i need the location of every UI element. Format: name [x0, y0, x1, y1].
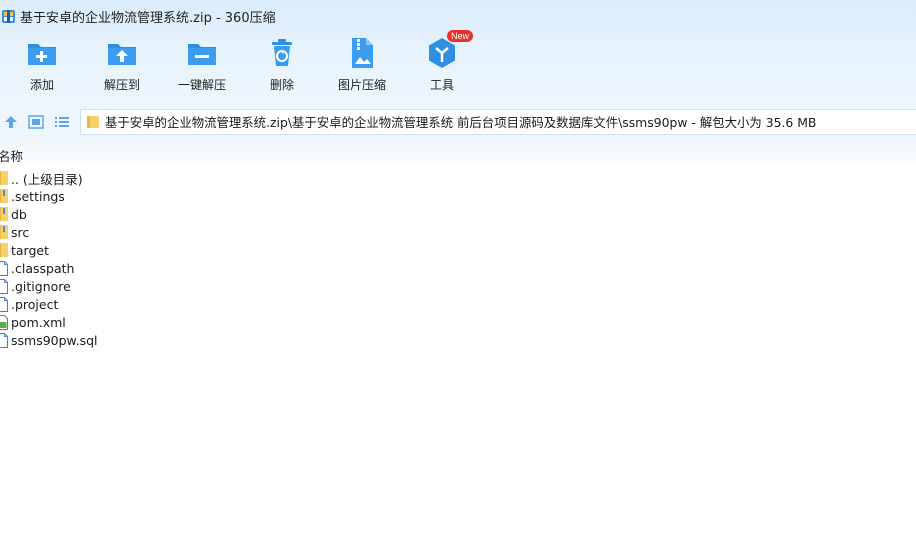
- list-item[interactable]: ssms90pw.sql: [0, 331, 916, 349]
- xml-file-icon: [0, 315, 8, 330]
- folder-icon: [0, 171, 8, 185]
- tools-button[interactable]: New 工具: [402, 30, 482, 98]
- address-row: 基于安卓的企业物流管理系统.zip\基于安卓的企业物流管理系统 前后台项目源码及…: [0, 106, 916, 138]
- extract-to-button[interactable]: 解压到: [82, 36, 162, 98]
- extract-to-label: 解压到: [103, 78, 140, 92]
- image-compress-label: 图片压缩: [337, 78, 386, 92]
- list-item[interactable]: .gitignore: [0, 277, 916, 295]
- image-compress-icon: [352, 38, 373, 68]
- file-icon: [0, 333, 8, 348]
- list-item[interactable]: .settings: [0, 187, 916, 205]
- new-badge: New: [446, 30, 473, 42]
- file-name: .project: [11, 296, 59, 312]
- delete-button[interactable]: 删除: [242, 36, 322, 98]
- add-label: 添加: [29, 78, 54, 92]
- toolbar: 添加 解压到 一键解压 删除 图片压缩 New 工具: [0, 30, 916, 98]
- app-window: 基于安卓的企业物流管理系统.zip - 360压缩 添加 解压到 一键解压 删除…: [0, 0, 916, 551]
- window-title: 基于安卓的企业物流管理系统.zip - 360压缩: [20, 10, 276, 26]
- one-click-extract-icon: [188, 44, 216, 65]
- list-item[interactable]: .. (上级目录): [0, 169, 916, 187]
- one-click-extract-button[interactable]: 一键解压: [162, 36, 242, 98]
- thumbnail-view-icon[interactable]: [28, 114, 44, 130]
- up-arrow-icon[interactable]: [3, 114, 19, 130]
- list-item[interactable]: pom.xml: [0, 313, 916, 331]
- one-click-extract-label: 一键解压: [177, 78, 226, 92]
- folder-icon: [0, 243, 8, 257]
- file-name: src: [11, 224, 30, 240]
- file-icon: [0, 279, 8, 294]
- top-area: 基于安卓的企业物流管理系统.zip - 360压缩 添加 解压到 一键解压 删除…: [0, 0, 916, 106]
- folder-icon: [0, 225, 8, 239]
- folder-icon: [0, 207, 8, 221]
- file-icon: [0, 261, 8, 276]
- file-name: pom.xml: [11, 314, 66, 330]
- file-list: .. (上级目录) .settings db src target .class…: [0, 169, 916, 349]
- app-logo-icon: [2, 9, 15, 23]
- image-compress-button[interactable]: 图片压缩: [322, 36, 402, 98]
- file-icon: [0, 297, 8, 312]
- delete-icon: [272, 39, 292, 66]
- file-name: db: [11, 206, 27, 222]
- list-item[interactable]: src: [0, 223, 916, 241]
- column-header-name[interactable]: 名称: [0, 146, 23, 165]
- file-name: .settings: [11, 188, 65, 204]
- list-item[interactable]: .project: [0, 295, 916, 313]
- file-name: .classpath: [11, 260, 75, 276]
- tools-label: 工具: [429, 78, 454, 92]
- tools-icon-wrap: New: [425, 30, 473, 70]
- file-name: .gitignore: [11, 278, 71, 294]
- add-button[interactable]: 添加: [2, 36, 82, 98]
- address-path: 基于安卓的企业物流管理系统.zip\基于安卓的企业物流管理系统 前后台项目源码及…: [105, 115, 817, 130]
- address-bar[interactable]: 基于安卓的企业物流管理系统.zip\基于安卓的企业物流管理系统 前后台项目源码及…: [80, 109, 916, 135]
- file-name: target: [11, 242, 50, 258]
- list-item[interactable]: .classpath: [0, 259, 916, 277]
- file-name: .. (上级目录): [11, 171, 83, 187]
- list-item[interactable]: target: [0, 241, 916, 259]
- folder-icon: [87, 116, 99, 128]
- title-bar: 基于安卓的企业物流管理系统.zip - 360压缩: [0, 0, 916, 32]
- list-item[interactable]: db: [0, 205, 916, 223]
- file-name: ssms90pw.sql: [11, 332, 98, 348]
- extract-to-icon: [108, 44, 136, 65]
- delete-label: 删除: [269, 78, 294, 92]
- folder-icon: [0, 189, 8, 203]
- list-view-icon[interactable]: [54, 114, 70, 130]
- add-icon: [28, 44, 56, 65]
- list-header: 名称: [0, 138, 916, 165]
